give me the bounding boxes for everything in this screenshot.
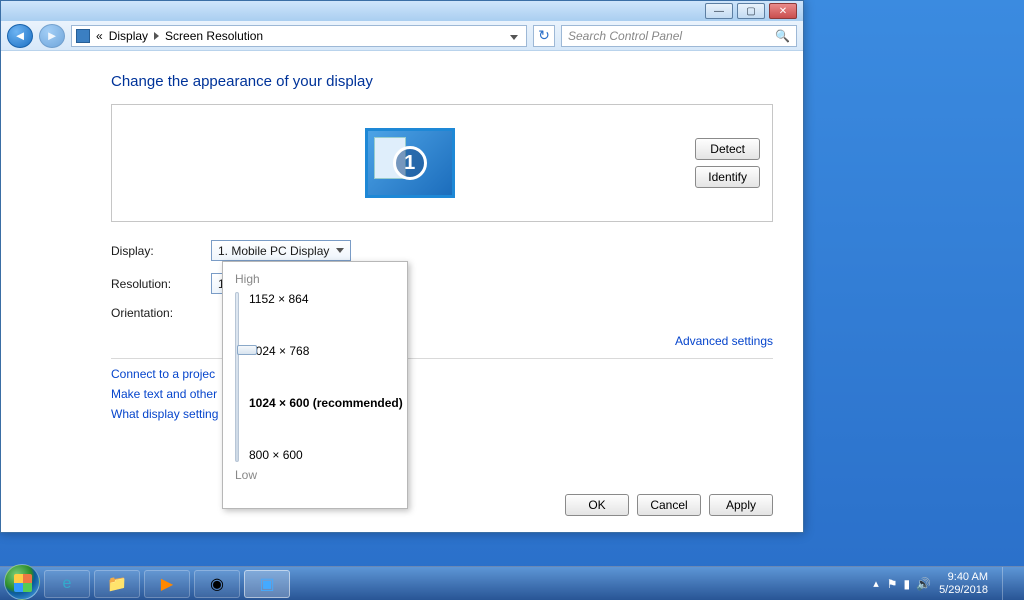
breadcrumb-display[interactable]: Display [109, 29, 148, 43]
network-icon[interactable]: ▮ [904, 577, 911, 591]
resolution-slider-popup: High 1152 × 864 1024 × 768 1024 × 600 (rec… [222, 261, 408, 509]
search-placeholder: Search Control Panel [568, 29, 682, 43]
chevron-down-icon [510, 35, 518, 40]
breadcrumb-prefix: « [96, 29, 103, 43]
chrome-icon: ◉ [210, 574, 224, 594]
cancel-button[interactable]: Cancel [637, 494, 701, 516]
text-size-link[interactable]: Make text and other [111, 387, 773, 401]
ie-icon: e [63, 575, 72, 593]
system-tray: ▴ ⚑ ▮ 🔊 9:40 AM 5/29/2018 [873, 567, 1020, 600]
breadcrumb-screen-resolution[interactable]: Screen Resolution [165, 29, 263, 43]
ok-button[interactable]: OK [565, 494, 629, 516]
navigation-bar: ◄ ► « Display Screen Resolution ↻ Search… [1, 21, 803, 51]
folder-icon: 📁 [107, 574, 127, 594]
display-preview-area: 1 Detect Identify [111, 104, 773, 222]
taskbar-control-panel[interactable]: ▣ [244, 570, 290, 598]
refresh-icon: ↻ [538, 27, 550, 44]
clock[interactable]: 9:40 AM 5/29/2018 [939, 571, 988, 596]
minimize-button[interactable]: — [705, 3, 733, 19]
control-panel-icon [76, 29, 90, 43]
address-bar[interactable]: « Display Screen Resolution [71, 25, 527, 47]
back-button[interactable]: ◄ [7, 24, 33, 48]
address-dropdown[interactable] [506, 29, 522, 43]
identify-button[interactable]: Identify [695, 166, 760, 188]
resolution-slider-track[interactable] [235, 292, 239, 462]
display-icon: ▣ [259, 574, 274, 594]
tray-expand-icon[interactable]: ▴ [873, 577, 879, 590]
resolution-label: Resolution: [111, 277, 211, 291]
resolution-option[interactable]: 1024 × 768 [249, 344, 403, 358]
taskbar-chrome[interactable]: ◉ [194, 570, 240, 598]
divider [111, 358, 773, 359]
arrow-right-icon: ► [46, 28, 59, 43]
taskbar: e 📁 ▶ ◉ ▣ ▴ ⚑ ▮ 🔊 9:40 AM 5/29/2018 [0, 566, 1024, 600]
slider-groove [235, 292, 239, 462]
show-desktop-button[interactable] [1002, 567, 1014, 600]
refresh-button[interactable]: ↻ [533, 25, 555, 47]
page-title: Change the appearance of your display [111, 73, 773, 90]
search-icon: 🔍 [775, 29, 790, 43]
chevron-down-icon [336, 248, 344, 253]
slider-low-label: Low [235, 468, 395, 482]
start-button[interactable] [4, 564, 40, 600]
wmp-icon: ▶ [161, 574, 173, 594]
resolution-option[interactable]: 800 × 600 [249, 448, 403, 462]
display-label: Display: [111, 244, 211, 258]
clock-time: 9:40 AM [939, 571, 988, 584]
monitor-thumbnail[interactable]: 1 [365, 128, 455, 198]
taskbar-ie[interactable]: e [44, 570, 90, 598]
close-button[interactable]: ✕ [769, 3, 797, 19]
clock-date: 5/29/2018 [939, 584, 988, 597]
arrow-left-icon: ◄ [14, 28, 27, 43]
advanced-settings-link[interactable]: Advanced settings [111, 334, 773, 348]
resolution-options: 1152 × 864 1024 × 768 1024 × 600 (recommen… [239, 292, 403, 462]
titlebar: — ▢ ✕ [1, 1, 803, 21]
apply-button[interactable]: Apply [709, 494, 773, 516]
volume-icon[interactable]: 🔊 [916, 577, 931, 591]
slider-high-label: High [235, 272, 395, 286]
display-value: 1. Mobile PC Display [218, 244, 329, 258]
taskbar-media-player[interactable]: ▶ [144, 570, 190, 598]
monitor-number: 1 [393, 146, 427, 180]
forward-button[interactable]: ► [39, 24, 65, 48]
resolution-slider-thumb[interactable] [237, 345, 257, 355]
resolution-option[interactable]: 1152 × 864 [249, 292, 403, 306]
detect-button[interactable]: Detect [695, 138, 760, 160]
connect-projector-link[interactable]: Connect to a projec [111, 367, 773, 381]
chevron-right-icon[interactable] [154, 32, 159, 40]
resolution-option[interactable]: 1024 × 600 (recommended) [249, 396, 403, 410]
taskbar-explorer[interactable]: 📁 [94, 570, 140, 598]
flag-icon[interactable]: ⚑ [887, 577, 898, 591]
display-settings-help-link[interactable]: What display setting [111, 407, 773, 421]
search-input[interactable]: Search Control Panel 🔍 [561, 25, 797, 47]
maximize-button[interactable]: ▢ [737, 3, 765, 19]
orientation-label: Orientation: [111, 306, 211, 320]
display-dropdown[interactable]: 1. Mobile PC Display [211, 240, 351, 261]
